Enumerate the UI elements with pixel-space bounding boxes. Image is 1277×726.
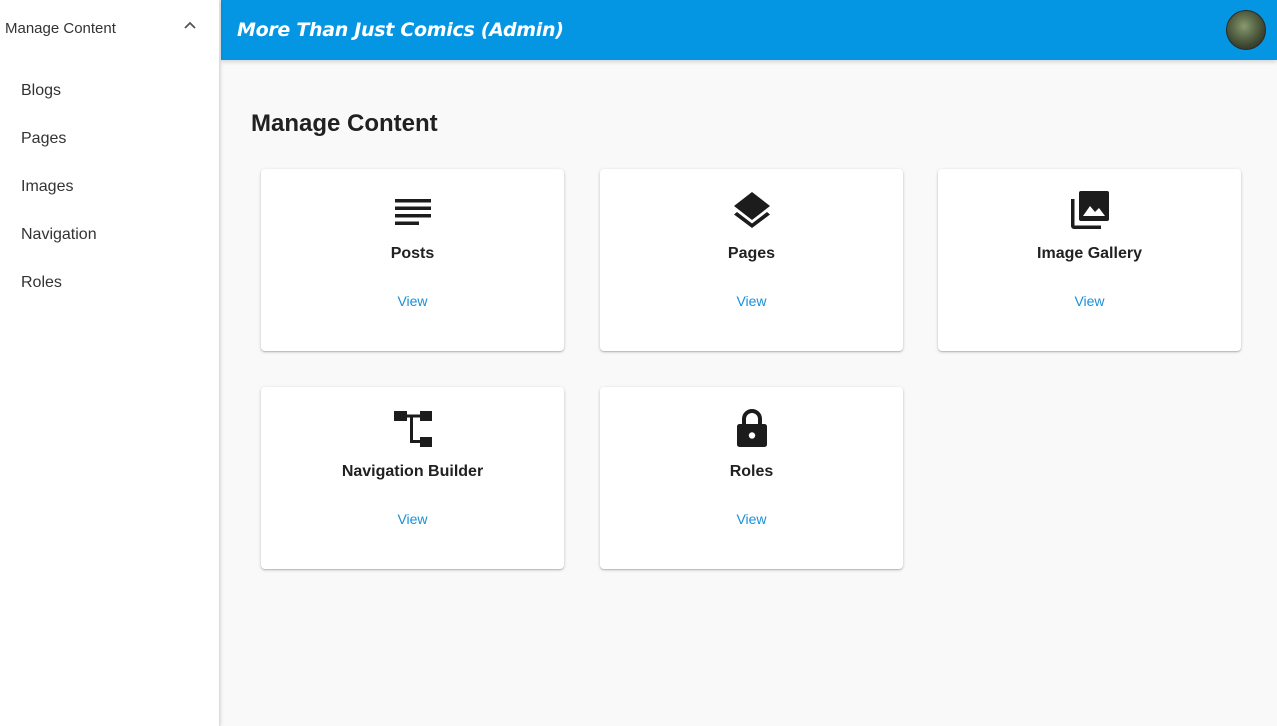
view-navigation-builder-button[interactable]: View [397, 511, 427, 527]
app-title: More Than Just Comics (Admin) [237, 19, 564, 41]
sidebar-item-blogs[interactable]: Blogs [0, 67, 219, 115]
card-posts: Posts View [261, 169, 564, 351]
card-title: Pages [727, 245, 776, 262]
card-image-gallery: Image Gallery View [938, 169, 1241, 351]
sidebar-item-roles[interactable]: Roles [0, 259, 219, 307]
avatar[interactable] [1226, 10, 1266, 50]
sidebar-item-label: Roles [21, 274, 62, 291]
sidebar-item-label: Pages [21, 130, 67, 147]
sidebar: Manage Content Blogs Pages Images Naviga… [0, 0, 220, 726]
sidebar-item-images[interactable]: Images [0, 163, 219, 211]
sidebar-section-header[interactable]: Manage Content [0, 0, 219, 56]
sidebar-section-label: Manage Content [5, 19, 116, 37]
view-pages-button[interactable]: View [736, 293, 766, 309]
view-image-gallery-button[interactable]: View [1074, 293, 1104, 309]
card-roles: Roles View [600, 387, 903, 569]
subject-icon [393, 190, 433, 230]
sidebar-item-pages[interactable]: Pages [0, 115, 219, 163]
card-title: Navigation Builder [341, 463, 484, 480]
sidebar-item-navigation[interactable]: Navigation [0, 211, 219, 259]
sidebar-nav: Blogs Pages Images Navigation Roles [0, 67, 219, 307]
view-posts-button[interactable]: View [397, 293, 427, 309]
card-title: Roles [729, 463, 774, 480]
layers-icon [732, 190, 772, 230]
photo-library-icon [1070, 190, 1110, 230]
chevron-up-icon[interactable] [183, 18, 197, 32]
view-roles-button[interactable]: View [736, 511, 766, 527]
page-title: Manage Content [251, 110, 438, 137]
main-content: Manage Content Posts View Pages View Ima… [221, 60, 1277, 726]
card-navigation-builder: Navigation Builder View [261, 387, 564, 569]
card-pages: Pages View [600, 169, 903, 351]
card-title: Image Gallery [1037, 245, 1142, 262]
sidebar-item-label: Images [21, 178, 74, 195]
sidebar-item-label: Navigation [21, 226, 97, 243]
sidebar-item-label: Blogs [21, 82, 62, 99]
app-bar: More Than Just Comics (Admin) [221, 0, 1277, 60]
lock-icon [732, 408, 772, 448]
card-title: Posts [390, 245, 435, 262]
tree-icon [393, 408, 433, 448]
